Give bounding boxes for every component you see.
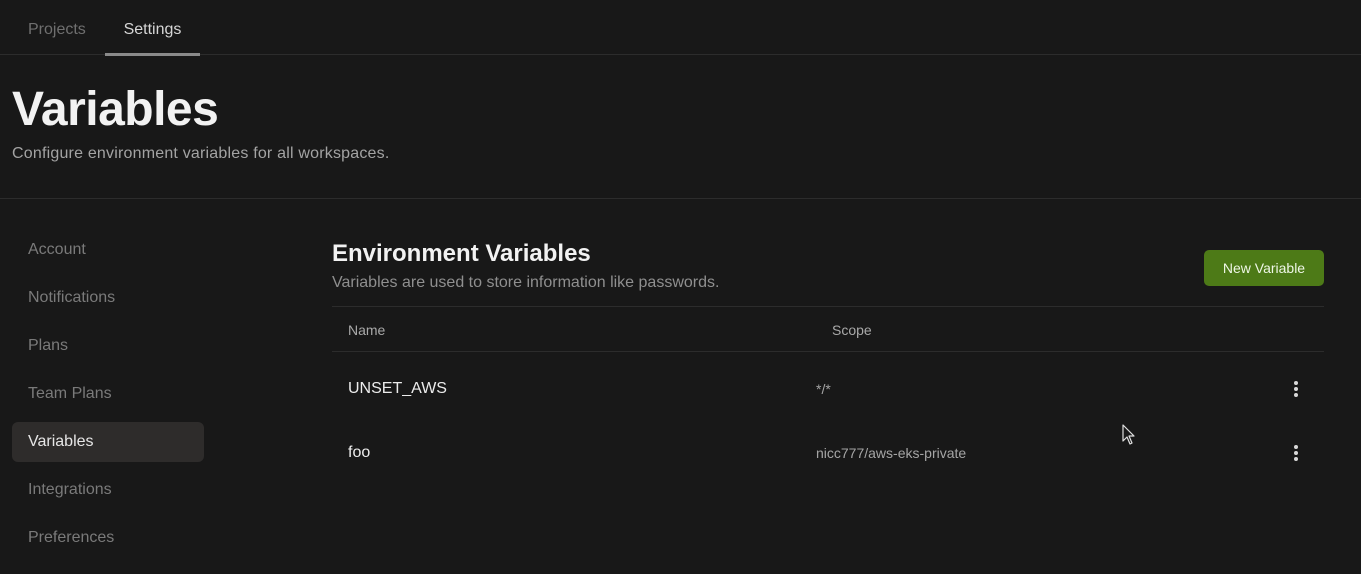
sidebar-item-variables[interactable]: Variables	[12, 422, 204, 462]
sidebar-item-notifications[interactable]: Notifications	[12, 278, 204, 318]
variable-name: foo	[348, 444, 371, 461]
mouse-cursor-icon	[1122, 424, 1135, 445]
page-header: Variables Configure environment variable…	[0, 56, 1361, 199]
dot	[1294, 457, 1298, 461]
section-description: Variables are used to store information …	[332, 274, 720, 291]
sidebar-item-preferences[interactable]: Preferences	[12, 518, 204, 558]
table-row: foo nicc777/aws-eks-private	[332, 416, 1324, 480]
dot	[1294, 445, 1298, 449]
sidebar-item-plans[interactable]: Plans	[12, 326, 204, 366]
section-title: Environment Variables	[332, 240, 591, 267]
sidebar-item-account[interactable]: Account	[12, 230, 204, 270]
dot	[1294, 387, 1298, 391]
sidebar-item-integrations[interactable]: Integrations	[12, 470, 204, 510]
environment-variables-section: Environment Variables Variables are used…	[332, 240, 1324, 292]
table-header: Name Scope	[332, 306, 1324, 352]
table-row: UNSET_AWS */*	[332, 352, 1324, 416]
column-header-scope: Scope	[832, 322, 872, 338]
dot	[1294, 451, 1298, 455]
top-navigation: Projects Settings	[0, 0, 1361, 56]
row-menu-icon[interactable]	[1288, 442, 1304, 464]
new-variable-button[interactable]: New Variable	[1204, 250, 1324, 286]
page-title: Variables	[12, 83, 219, 136]
dot	[1294, 393, 1298, 397]
sidebar-item-team-plans[interactable]: Team Plans	[12, 374, 204, 414]
column-header-name: Name	[348, 322, 386, 338]
page-subtitle: Configure environment variables for all …	[12, 145, 390, 162]
tab-projects[interactable]: Projects	[28, 0, 86, 55]
variable-name: UNSET_AWS	[348, 380, 447, 397]
dot	[1294, 381, 1298, 385]
variable-scope: */*	[816, 381, 831, 397]
settings-sidebar: Account Notifications Plans Team Plans V…	[12, 230, 204, 566]
variables-table: Name Scope UNSET_AWS */* foo nicc777/aws…	[332, 306, 1324, 480]
row-menu-icon[interactable]	[1288, 378, 1304, 400]
tab-settings[interactable]: Settings	[105, 0, 200, 56]
variable-scope: nicc777/aws-eks-private	[816, 445, 967, 461]
